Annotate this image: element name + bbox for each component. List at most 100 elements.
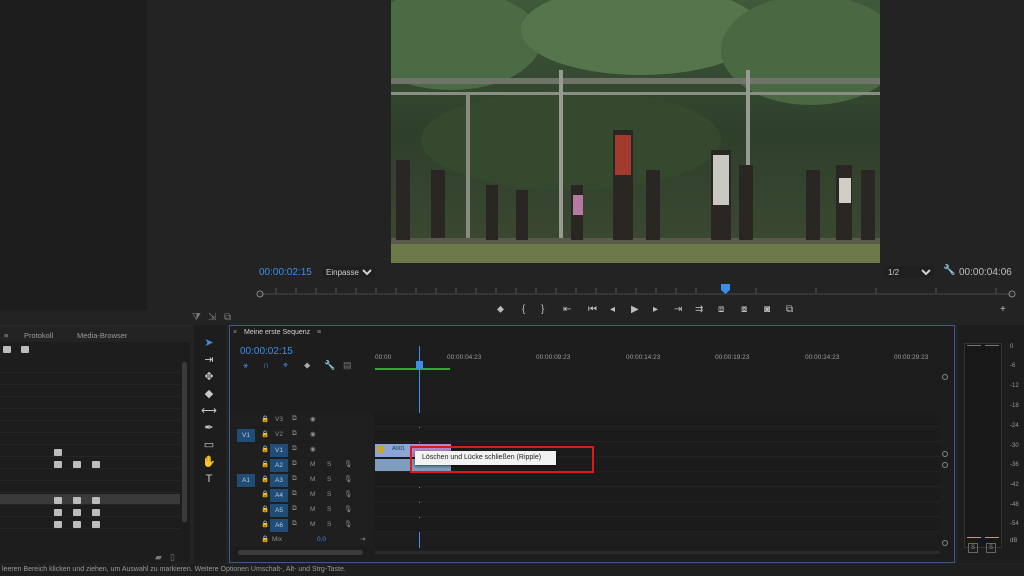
project-scrollbar[interactable]: [182, 362, 187, 522]
go-to-in-icon[interactable]: ⇤: [563, 304, 571, 315]
track-label[interactable]: A3: [270, 474, 288, 487]
jump-to-end-icon[interactable]: ⇥: [360, 535, 365, 543]
mute-button[interactable]: M: [310, 461, 315, 468]
close-icon[interactable]: ×: [233, 329, 237, 336]
lock-icon[interactable]: 🔒: [261, 520, 269, 528]
mic-icon[interactable]: 🎙: [344, 490, 352, 498]
go-to-out-icon[interactable]: ⇥: [674, 304, 682, 315]
sync-icon[interactable]: ⧉: [292, 460, 297, 468]
list-item[interactable]: [0, 398, 180, 409]
play-icon[interactable]: ▶: [631, 304, 639, 315]
source-patch-v1[interactable]: V1: [237, 429, 255, 442]
track-label[interactable]: V1: [270, 444, 288, 457]
compare-icon[interactable]: ⧉: [786, 304, 793, 315]
track-header-v3[interactable]: [230, 413, 373, 427]
step-forward-frame-icon[interactable]: ▸: [653, 304, 658, 315]
lock-icon[interactable]: 🔒: [261, 505, 269, 513]
sync-icon[interactable]: ⧉: [292, 430, 297, 438]
eye-icon[interactable]: ◉: [310, 445, 316, 453]
insert-icon[interactable]: ⇲: [208, 312, 216, 323]
panel-menu-icon[interactable]: ≡: [317, 329, 321, 336]
lock-icon[interactable]: 🔒: [261, 475, 269, 483]
lock-icon[interactable]: 🔒: [261, 445, 269, 453]
sync-icon[interactable]: ⧉: [292, 505, 297, 513]
mic-icon[interactable]: 🎙: [344, 460, 352, 468]
lock-icon[interactable]: 🔒: [261, 415, 269, 423]
program-timecode[interactable]: 00:00:02:15: [259, 267, 312, 278]
add-button-icon[interactable]: +: [1000, 304, 1006, 315]
list-item[interactable]: [0, 470, 180, 481]
snap-icon[interactable]: ∩: [263, 360, 269, 370]
solo-button[interactable]: S: [327, 506, 331, 513]
list-item[interactable]: [0, 374, 180, 385]
track-label[interactable]: A6: [270, 519, 288, 532]
list-item[interactable]: [0, 446, 180, 457]
eye-icon[interactable]: ◉: [310, 430, 316, 438]
track-header-v1[interactable]: [230, 443, 373, 457]
slip-tool-icon[interactable]: ⟷: [201, 404, 217, 418]
solo-button[interactable]: S: [327, 491, 331, 498]
mark-in-icon[interactable]: {: [522, 304, 525, 315]
loop-icon[interactable]: ⇉: [695, 304, 703, 315]
lock-icon[interactable]: 🔒: [261, 430, 269, 438]
timeline-zoom-bar[interactable]: [375, 551, 940, 554]
sequence-tab[interactable]: Meine erste Sequenz: [244, 329, 310, 336]
linked-selection-icon[interactable]: ⌖: [283, 360, 288, 371]
video-clip[interactable]: A001: [375, 444, 411, 457]
mute-button[interactable]: M: [310, 476, 315, 483]
source-patch-a1[interactable]: A1: [237, 474, 255, 487]
mute-button[interactable]: M: [310, 521, 315, 528]
export-frame-icon[interactable]: ⧉: [224, 312, 231, 323]
list-item[interactable]: [0, 518, 180, 529]
razor-tool-icon[interactable]: ◆: [201, 387, 217, 401]
ripple-edit-tool-icon[interactable]: ✥: [201, 370, 217, 384]
filter-icon[interactable]: ⧩: [192, 312, 201, 323]
fit-dropdown[interactable]: Einpassen: [322, 266, 375, 278]
mic-icon[interactable]: 🎙: [344, 475, 352, 483]
lock-icon[interactable]: 🔒: [261, 490, 269, 498]
tab-media-browser[interactable]: Media-Browser: [77, 331, 127, 340]
list-item[interactable]: [0, 422, 180, 433]
step-back-frame-icon[interactable]: ◂: [610, 304, 615, 315]
track-select-tool-icon[interactable]: ⇥: [201, 353, 217, 367]
step-back-icon[interactable]: ⏮: [588, 304, 597, 315]
selection-tool-icon[interactable]: ➤: [201, 336, 217, 350]
list-item[interactable]: [0, 482, 180, 493]
hand-tool-icon[interactable]: ✋: [201, 455, 217, 469]
list-item[interactable]: [0, 410, 180, 421]
timeline-horizontal-scrollbar[interactable]: [238, 550, 363, 555]
wrench-icon[interactable]: 🔧: [943, 265, 955, 276]
vertical-zoom-handle[interactable]: [942, 451, 948, 457]
lock-icon[interactable]: 🔒: [261, 460, 269, 468]
track-label[interactable]: A4: [270, 489, 288, 502]
mute-button[interactable]: M: [310, 506, 315, 513]
eye-icon[interactable]: ◉: [310, 415, 316, 423]
icon-view-icon[interactable]: [21, 346, 29, 353]
track-lane-v2[interactable]: [375, 428, 940, 442]
vertical-zoom-handle[interactable]: [942, 374, 948, 380]
mic-icon[interactable]: 🎙: [344, 505, 352, 513]
caption-icon[interactable]: ▤: [343, 360, 352, 371]
track-lane-v3[interactable]: [375, 413, 940, 427]
list-item[interactable]: [0, 434, 180, 445]
add-marker-icon[interactable]: ⬥: [497, 304, 504, 315]
track-label[interactable]: A5: [270, 504, 288, 517]
sync-icon[interactable]: ⧉: [292, 475, 297, 483]
program-time-ruler[interactable]: [256, 282, 1016, 298]
solo-left-button[interactable]: S: [968, 543, 978, 553]
list-item[interactable]: [0, 386, 180, 397]
mute-button[interactable]: M: [310, 491, 315, 498]
rectangle-tool-icon[interactable]: ▭: [201, 438, 217, 452]
timeline-timecode[interactable]: 00:00:02:15: [240, 346, 293, 357]
trash-icon[interactable]: ▯: [170, 552, 175, 563]
tab-protokoll[interactable]: Protokoll: [24, 331, 53, 340]
solo-button[interactable]: S: [327, 476, 331, 483]
sync-icon[interactable]: ⧉: [292, 415, 297, 423]
sync-icon[interactable]: ⧉: [292, 490, 297, 498]
track-label[interactable]: A2: [270, 459, 288, 472]
extract-icon[interactable]: ⧇: [741, 304, 747, 315]
solo-button[interactable]: S: [327, 521, 331, 528]
camera-icon[interactable]: ◙: [764, 304, 770, 315]
track-lane-a5[interactable]: [375, 503, 940, 517]
vertical-zoom-handle[interactable]: [942, 540, 948, 546]
